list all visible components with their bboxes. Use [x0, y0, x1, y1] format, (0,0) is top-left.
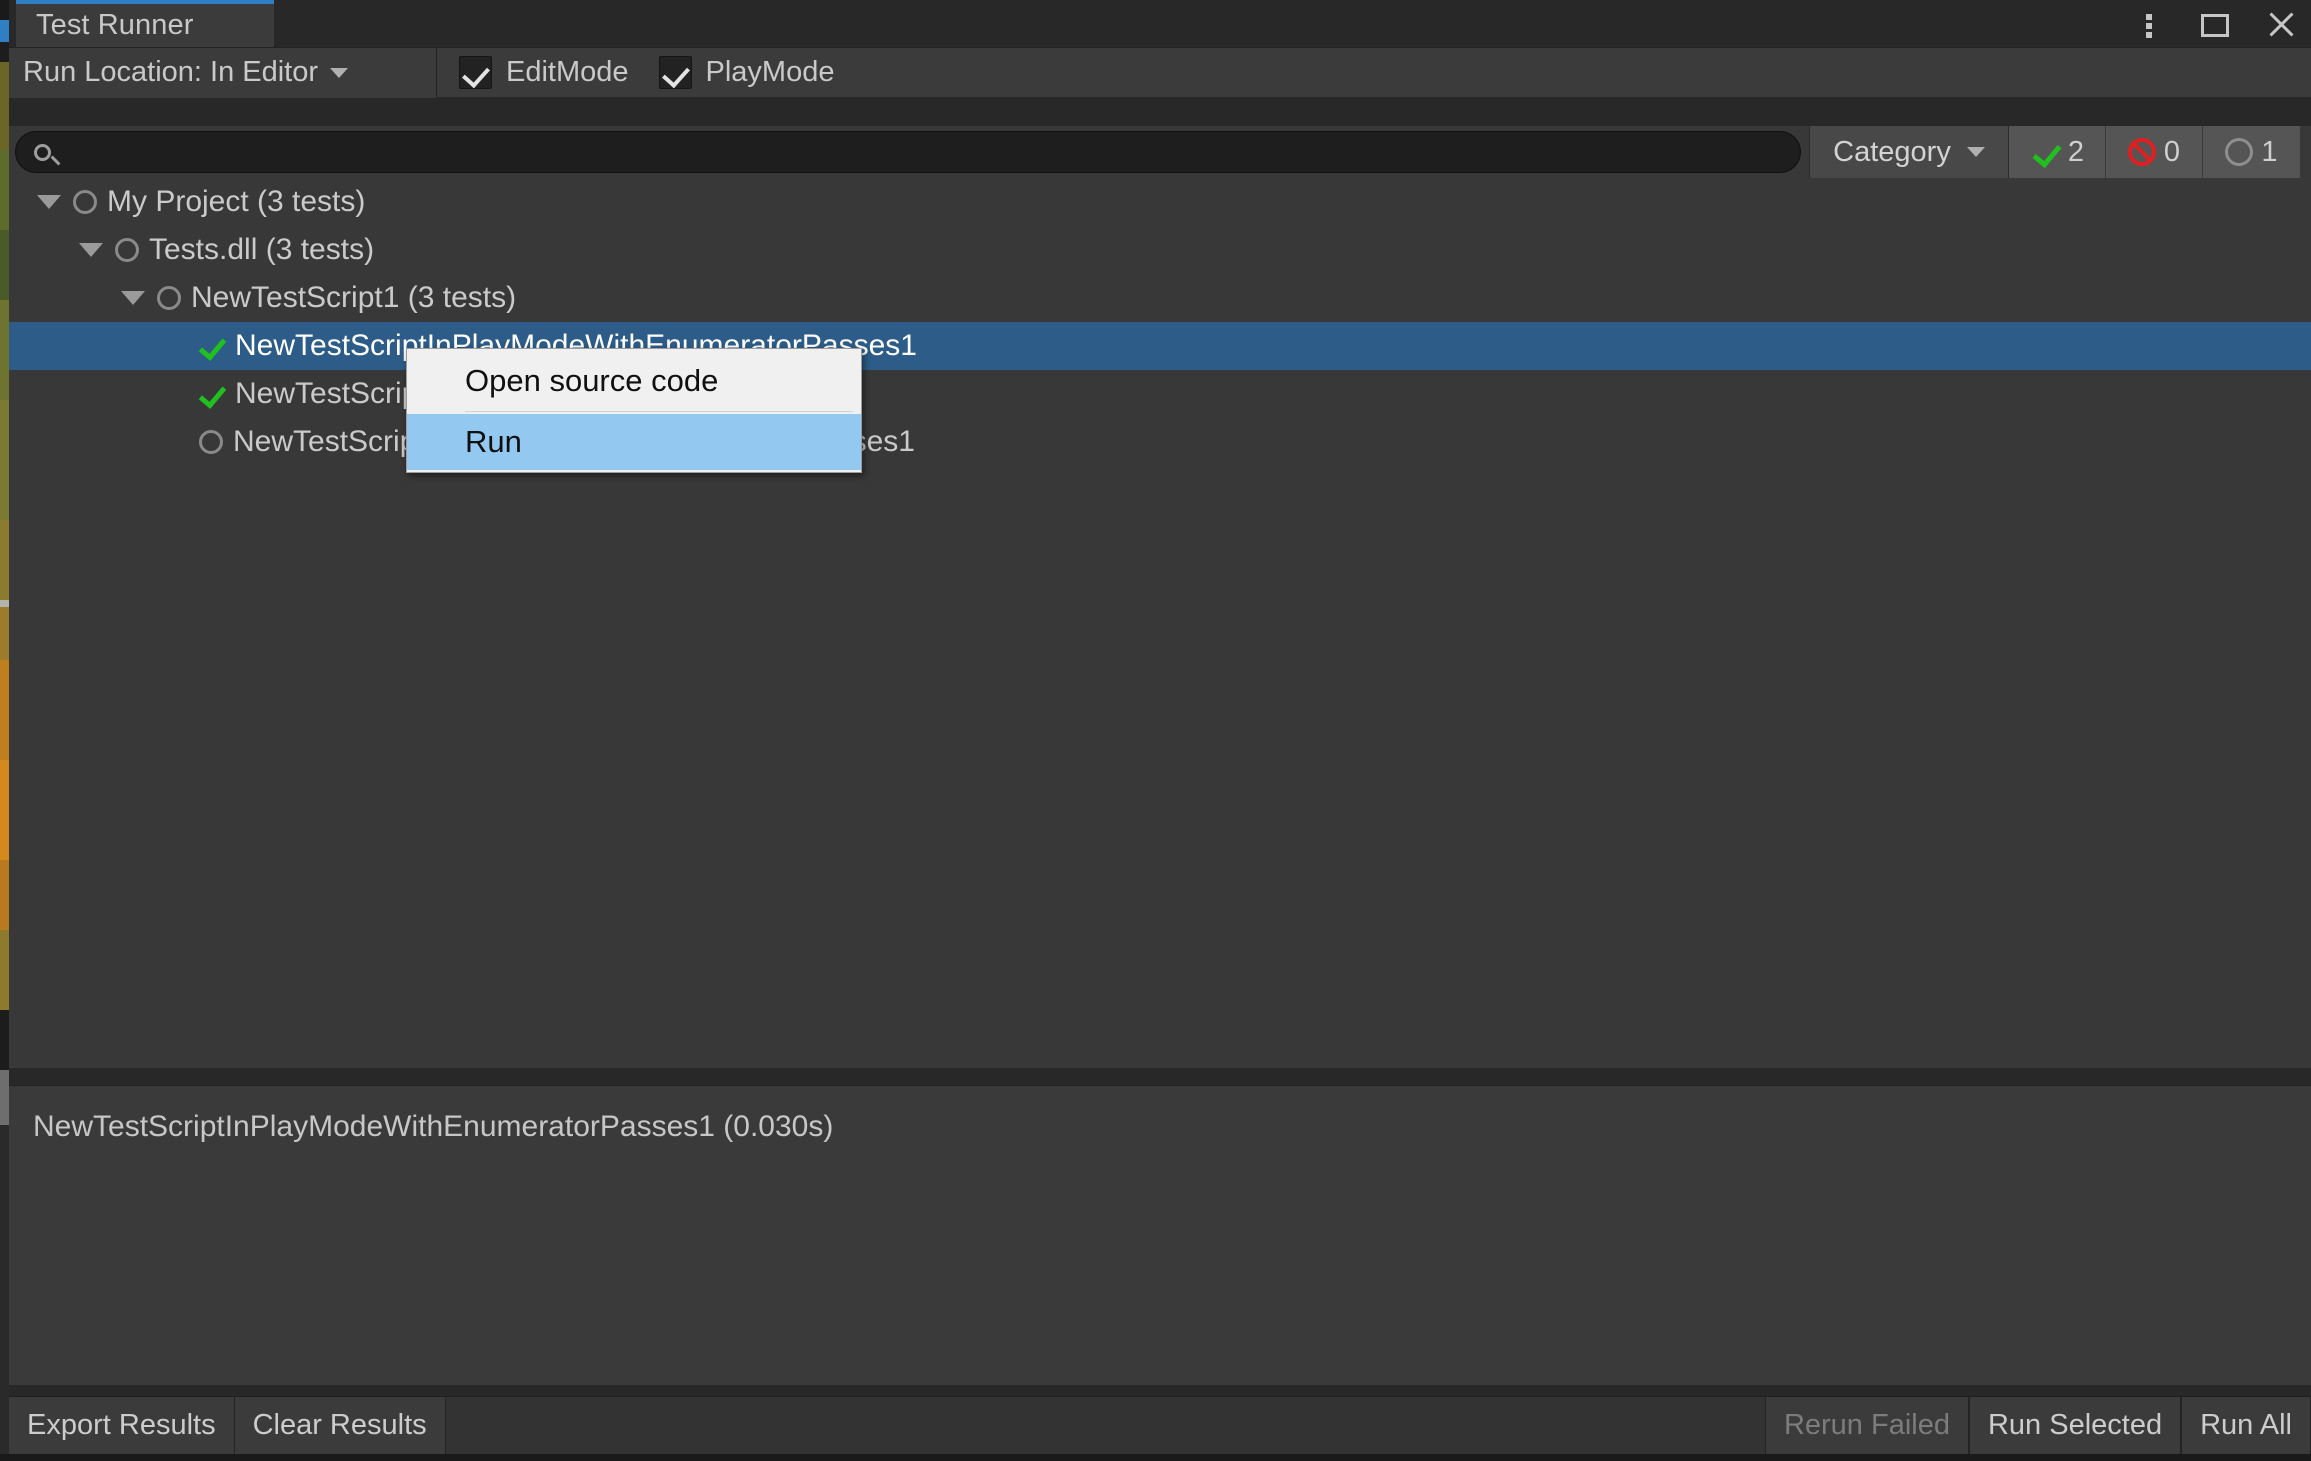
run-all-button[interactable]: Run All — [2181, 1397, 2311, 1454]
bottom-toolbar: Export Results Clear Results Rerun Faile… — [9, 1396, 2311, 1454]
filter-not-run[interactable]: 1 — [2203, 126, 2300, 178]
tree-row-label: NewTestScript1 (3 tests) — [191, 281, 517, 314]
editmode-label: EditMode — [506, 56, 629, 88]
title-bar: Test Runner — [9, 0, 2311, 47]
run-location-label: Run Location: In Editor — [23, 56, 319, 88]
tree-row-label: Tests.dll (3 tests) — [149, 233, 375, 266]
run-button-group: Rerun Failed Run Selected Run All — [1764, 1397, 2311, 1454]
context-menu[interactable]: Open source code Run — [406, 348, 862, 473]
window-controls — [2131, 0, 2299, 47]
tree-row[interactable]: NewTestScriptSimplePasses1 — [9, 370, 2311, 418]
expand-triangle-icon[interactable] — [37, 195, 61, 209]
close-icon[interactable] — [2263, 6, 2299, 42]
tree-row[interactable]: NewTestScript1 (3 tests) — [9, 274, 2311, 322]
passed-count: 2 — [2067, 135, 2085, 168]
circle-icon — [73, 190, 97, 214]
test-runner-window: Test Runner Run Location: In Editor Edit… — [0, 0, 2311, 1461]
context-menu-item-label: Run — [465, 424, 522, 459]
rerun-failed-button[interactable]: Rerun Failed — [1764, 1397, 1969, 1454]
toolbar-primary: Run Location: In Editor EditMode PlayMod… — [9, 47, 2311, 98]
clear-results-button[interactable]: Clear Results — [234, 1397, 446, 1454]
tab-label: Test Runner — [36, 9, 194, 41]
tree-row[interactable]: My Project (3 tests) — [9, 178, 2311, 226]
not-run-count: 1 — [2261, 135, 2278, 168]
run-location-dropdown[interactable]: Run Location: In Editor — [9, 47, 437, 98]
circle-icon — [157, 286, 181, 310]
run-selected-button[interactable]: Run Selected — [1968, 1397, 2182, 1454]
search-input[interactable] — [51, 137, 1800, 167]
chevron-down-icon — [330, 67, 349, 78]
background-window-sliver — [0, 0, 9, 1461]
checkbox-editmode[interactable]: EditMode — [459, 56, 629, 89]
detail-text: NewTestScriptInPlayModeWithEnumeratorPas… — [33, 1110, 834, 1143]
check-icon — [199, 331, 225, 361]
check-icon — [658, 56, 692, 89]
mode-filters: EditMode PlayMode — [437, 56, 834, 89]
category-label: Category — [1833, 135, 1951, 168]
expand-triangle-icon[interactable] — [121, 291, 145, 305]
circle-icon — [2225, 138, 2254, 166]
test-tree[interactable]: My Project (3 tests) Tests.dll (3 tests) N… — [9, 178, 2311, 1068]
context-menu-item[interactable]: Run — [407, 414, 861, 470]
maximize-icon[interactable] — [2197, 6, 2233, 42]
circle-icon — [199, 430, 223, 454]
search-icon — [34, 143, 51, 161]
failed-count: 0 — [2163, 135, 2181, 168]
tree-row-label: My Project (3 tests) — [107, 185, 366, 218]
circle-icon — [115, 238, 139, 262]
chevron-down-icon — [1966, 147, 1985, 157]
search-field[interactable] — [15, 131, 1801, 173]
check-icon — [459, 56, 492, 89]
prohibition-icon — [2127, 138, 2156, 166]
category-dropdown[interactable]: Category — [1809, 126, 2009, 178]
checkbox-playmode[interactable]: PlayMode — [658, 56, 835, 89]
expand-triangle-icon[interactable] — [79, 243, 103, 257]
bottom-toolbar-spacer — [445, 1397, 1765, 1454]
filter-passed[interactable]: 2 — [2009, 126, 2106, 178]
export-results-button[interactable]: Export Results — [9, 1397, 235, 1454]
menu-separator — [465, 411, 853, 412]
tree-row[interactable]: NewTestScriptInPlayModeWithEnumeratorPas… — [9, 322, 2311, 370]
check-icon — [199, 379, 225, 409]
kebab-menu-icon[interactable] — [2131, 6, 2167, 42]
window-bottom-edge — [0, 1454, 2311, 1461]
filter-failed[interactable]: 0 — [2106, 126, 2203, 178]
toolbar-search: Category 2 0 1 — [9, 126, 2311, 178]
context-menu-item[interactable]: Open source code — [407, 353, 861, 409]
playmode-label: PlayMode — [705, 56, 835, 88]
test-detail-panel: NewTestScriptInPlayModeWithEnumeratorPas… — [9, 1085, 2311, 1385]
tree-row[interactable]: Tests.dll (3 tests) — [9, 226, 2311, 274]
context-menu-item-label: Open source code — [465, 363, 719, 398]
tab-test-runner[interactable]: Test Runner — [16, 0, 274, 47]
check-icon — [2030, 137, 2060, 167]
tree-row[interactable]: NewTestScriptInPlayModeWithEnumeratorPas… — [9, 418, 2311, 466]
